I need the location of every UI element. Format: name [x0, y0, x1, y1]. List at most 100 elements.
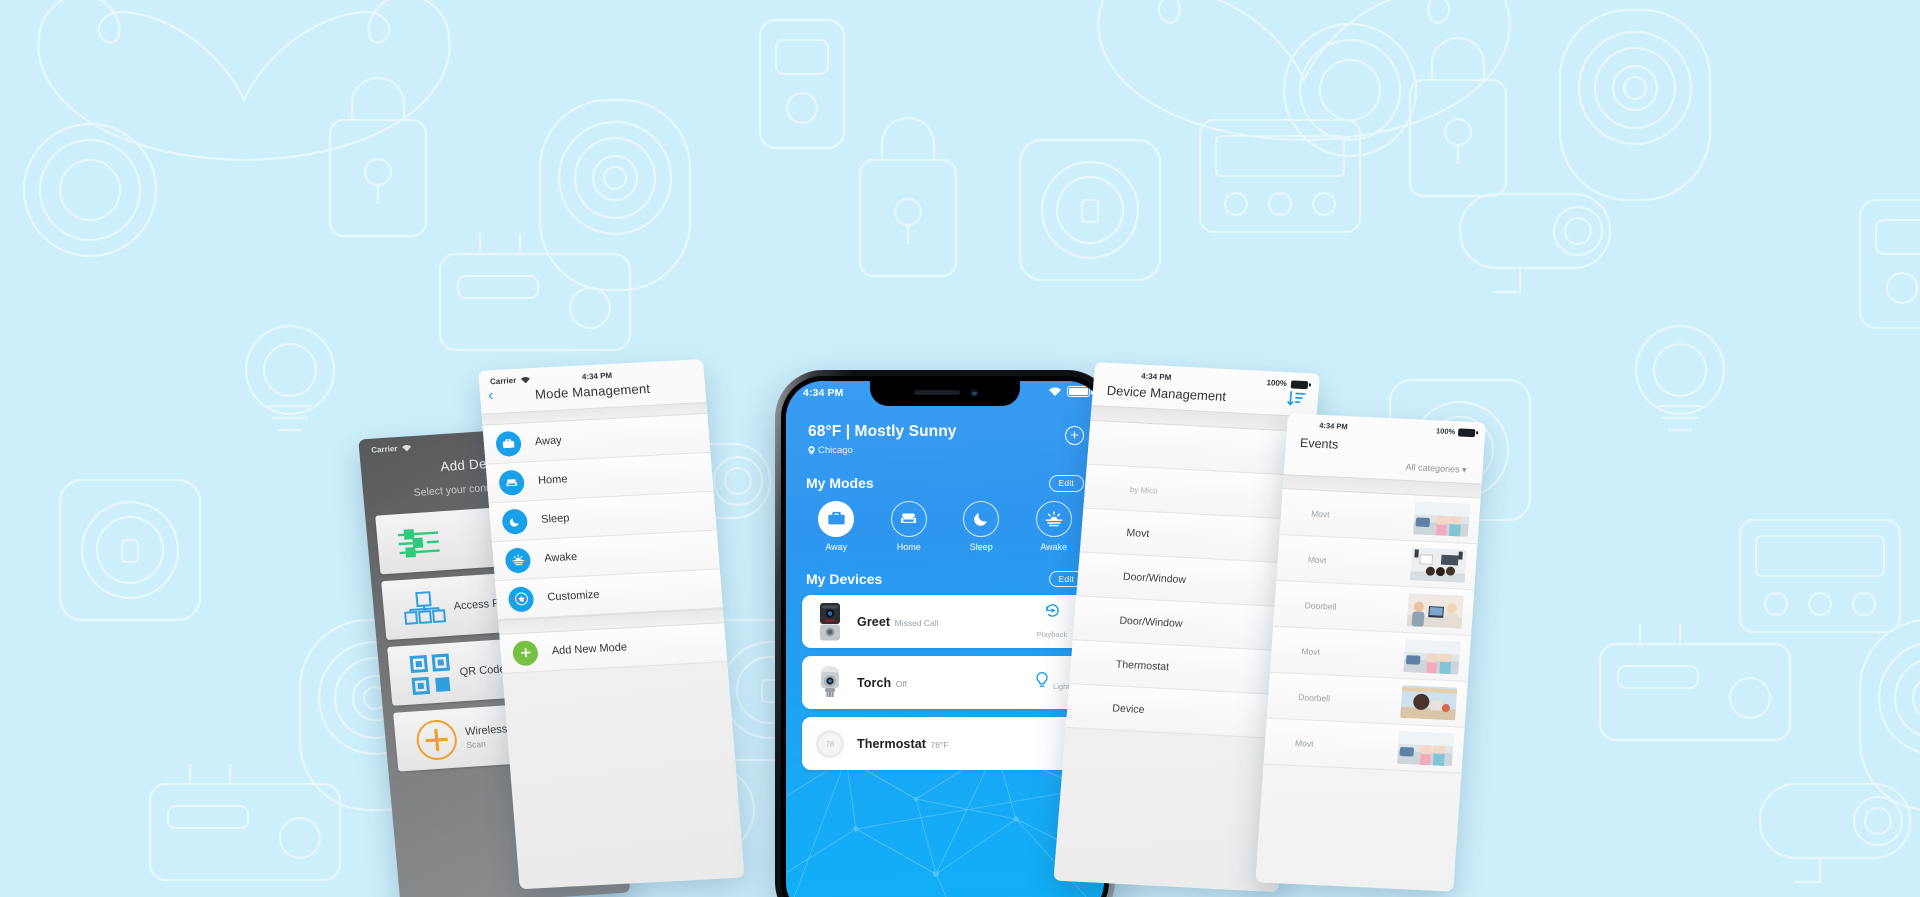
plus-icon [511, 639, 539, 666]
dashboard-content: 68°F | Mostly Sunny Chicago + My Modes E… [786, 406, 1104, 897]
edit-modes-button[interactable]: Edit [1048, 475, 1084, 492]
mode-management-screen: Carrier 4:34 PM ‹ Mode Management Away H… [478, 359, 745, 890]
event-thumbnail [1400, 684, 1458, 721]
device-status: 78°F [930, 739, 949, 750]
device-card-thermostat[interactable]: 78 Thermostat 78°F [802, 717, 1088, 770]
network-tree-icon [394, 589, 455, 627]
wifi-icon [1049, 387, 1061, 396]
mode-label: Home [896, 541, 921, 552]
event-thumbnail [1406, 593, 1464, 629]
battery-icon [1457, 427, 1476, 437]
battery-icon [1290, 379, 1309, 389]
mode-awake[interactable]: Awake [1026, 500, 1082, 552]
device-info: Greet Missed Call [857, 613, 1029, 631]
add-new-mode-label: Add New Mode [551, 641, 628, 658]
weather-temperature: 68°F | Mostly Sunny [808, 423, 957, 440]
mode-label: Awake [1040, 541, 1068, 552]
mode-label: Away [825, 541, 848, 552]
battery-icon [1067, 386, 1093, 397]
sofa-icon [890, 500, 927, 537]
doorbell-camera-icon [815, 602, 845, 641]
moon-icon [963, 500, 1000, 537]
my-modes-header: My Modes Edit [786, 475, 1104, 492]
device-card-torch[interactable]: Torch Off Light [802, 656, 1088, 709]
device-label: Movt [1126, 526, 1150, 540]
sort-descending-icon[interactable] [1286, 390, 1307, 413]
sofa-icon [498, 469, 526, 496]
my-devices-header: My Devices Edit [786, 570, 1104, 587]
event-label: Doorbell [1304, 599, 1337, 612]
event-label: Doorbell [1298, 691, 1331, 704]
clock-label: 4:34 PM [803, 387, 844, 399]
outdoor-camera-icon [815, 664, 845, 702]
device-status: Off [895, 678, 907, 689]
my-modes-title: My Modes [806, 475, 874, 492]
thermostat-dial-icon: 78 [815, 725, 845, 763]
event-label: Movt [1307, 553, 1327, 565]
status-bar: 4:34 PM [786, 381, 1104, 406]
list-item-label: Customize [547, 588, 600, 604]
events-phone: 4:34 PM 100% Events All categories ▾ Mov… [1255, 413, 1486, 892]
device-label: Door/Window [1119, 614, 1183, 630]
event-label: Movt [1310, 508, 1330, 519]
event-thumbnail [1412, 501, 1471, 537]
mode-management-phone: Carrier 4:34 PM ‹ Mode Management Away H… [478, 359, 745, 890]
device-name: Thermostat [857, 736, 927, 751]
event-thumbnail [1396, 730, 1455, 767]
svg-text:78: 78 [826, 739, 834, 748]
briefcase-icon [818, 500, 855, 537]
sliders-icon [388, 524, 449, 560]
playback-icon [1045, 603, 1059, 617]
device-label: by Mico [1129, 485, 1158, 496]
briefcase-icon [495, 430, 523, 457]
mode-sleep[interactable]: Sleep [953, 500, 1009, 552]
device-label: Device [1111, 701, 1145, 716]
events-screen: 4:34 PM 100% Events All categories ▾ Mov… [1255, 413, 1486, 892]
mode-label: Sleep [969, 541, 993, 552]
weather-summary: 68°F | Mostly Sunny Chicago [786, 406, 1104, 456]
device-label: Door/Window [1122, 570, 1187, 586]
light-label: Light [1053, 682, 1070, 691]
playback-label: Playback [1036, 629, 1068, 639]
mode-away[interactable]: Away [808, 500, 864, 552]
list-item-label: Sleep [540, 512, 570, 526]
list-item-label: Away [534, 434, 563, 448]
carrier-label: Carrier [370, 444, 398, 455]
home-dashboard-screen: 4:34 PM 68°F | Mostly Sunny Chicago + My… [786, 381, 1104, 897]
device-info: Thermostat 78°F [857, 735, 1029, 753]
event-label: Movt [1301, 645, 1321, 657]
list-item-label: QR Code [459, 662, 506, 678]
device-info: Torch Off [857, 674, 1029, 692]
sunrise-icon [504, 546, 532, 574]
list-item-label: Awake [543, 550, 578, 565]
my-devices-title: My Devices [806, 570, 883, 587]
star-icon [507, 585, 535, 612]
devices-list: Greet Missed Call Playback Torch Off Lig… [786, 587, 1104, 770]
app-showcase-stage: Carrier 4:34 PM Add Device Select your c… [0, 0, 1920, 897]
events-list: Movt Movt Doorbell Movt Doorbell Movt [1263, 489, 1481, 774]
mode-list: Away Home Sleep Awake Customize [482, 413, 723, 621]
device-name: Torch [857, 675, 892, 690]
device-status: Missed Call [894, 617, 939, 628]
light-bulb-icon [1036, 671, 1048, 687]
event-label: Movt [1294, 737, 1314, 749]
category-filter-label: All categories [1405, 461, 1460, 475]
map-pin-icon [808, 446, 815, 455]
wifi-icon [402, 444, 412, 451]
plus-circle-outline-icon [406, 717, 468, 763]
event-thumbnail [1409, 547, 1467, 583]
mode-home[interactable]: Home [881, 500, 937, 552]
device-label: Thermostat [1115, 658, 1170, 673]
device-name: Greet [857, 614, 891, 629]
list-item-label: Home [537, 473, 568, 487]
playback-action[interactable]: Playback [1029, 602, 1075, 642]
list-item[interactable]: Movt [1263, 718, 1465, 774]
add-device-button[interactable]: + [1065, 426, 1084, 445]
device-card-greet[interactable]: Greet Missed Call Playback [802, 595, 1088, 648]
moon-icon [501, 508, 529, 535]
wifi-icon [521, 376, 531, 383]
modes-row: Away Home Sleep Awake [786, 492, 1104, 552]
sunrise-icon [1035, 500, 1072, 537]
caret-down-icon: ▾ [1461, 464, 1467, 475]
qr-code-icon [400, 652, 462, 696]
